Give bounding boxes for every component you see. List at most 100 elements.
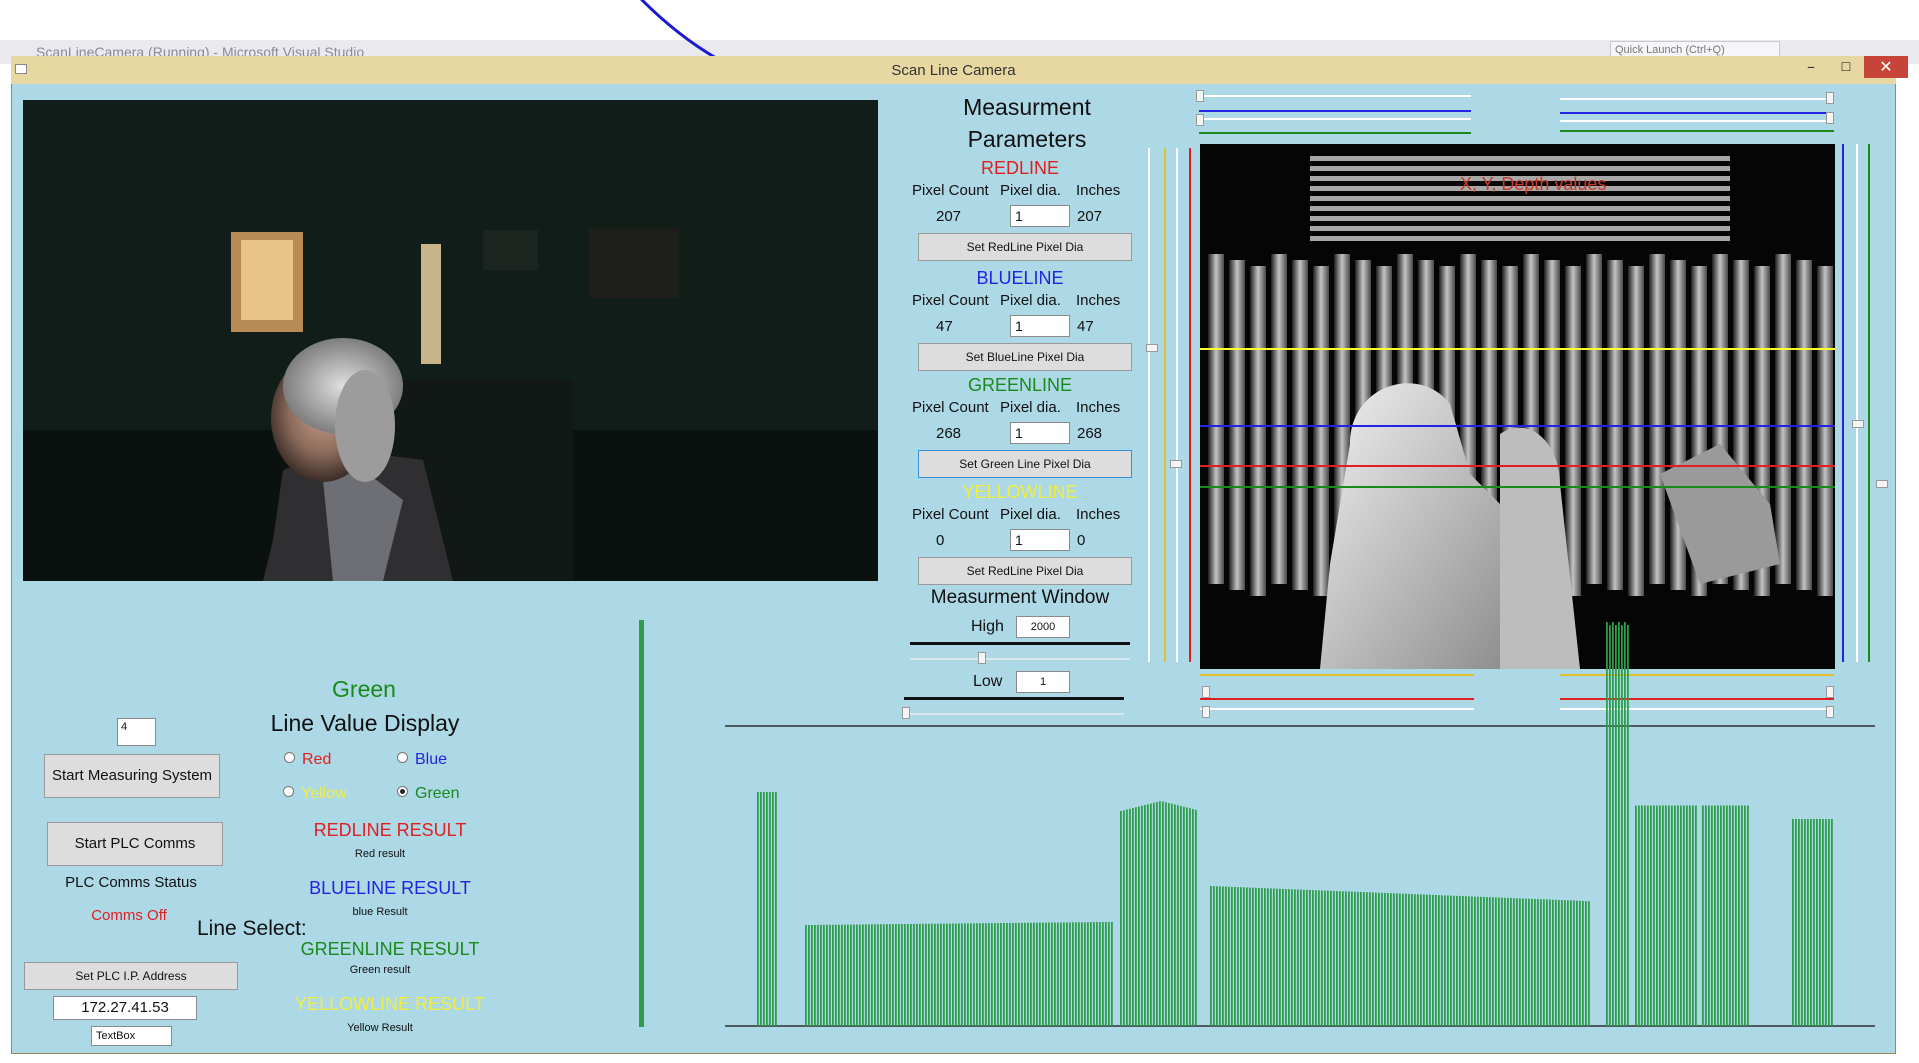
profile-bar bbox=[826, 924, 828, 1026]
profile-bar bbox=[1692, 805, 1694, 1026]
maximize-button[interactable]: ☐ bbox=[1829, 56, 1863, 78]
greenline-pixel-count-value: 268 bbox=[936, 425, 962, 442]
profile-bar bbox=[1096, 922, 1098, 1026]
left-slider-yellow[interactable] bbox=[1164, 148, 1166, 662]
profile-bar bbox=[1336, 891, 1338, 1026]
top-slider-white-d[interactable] bbox=[1560, 120, 1834, 122]
profile-bar bbox=[1162, 801, 1164, 1026]
blueline-pixel-dia-field[interactable]: 1 bbox=[1010, 315, 1070, 337]
profile-bar bbox=[1291, 889, 1293, 1026]
profile-bar bbox=[1747, 805, 1749, 1026]
set-redline-pixel-dia-button[interactable]: Set RedLine Pixel Dia bbox=[918, 233, 1132, 261]
top-slider-white-a[interactable] bbox=[1199, 95, 1471, 97]
profile-bar bbox=[1063, 922, 1065, 1026]
profile-bar bbox=[853, 924, 855, 1026]
vertical-slider-thumb[interactable] bbox=[1146, 344, 1158, 352]
profile-bar bbox=[1432, 894, 1434, 1026]
top-slider-blue-b[interactable] bbox=[1560, 112, 1834, 114]
left-slider-red[interactable] bbox=[1189, 148, 1191, 662]
yellowline-result-value: Yellow Result bbox=[347, 1022, 413, 1034]
top-slider-blue-a[interactable] bbox=[1199, 110, 1471, 112]
profile-bar bbox=[1387, 893, 1389, 1026]
minimize-button[interactable]: – bbox=[1794, 56, 1828, 78]
plc-ip-address-field[interactable]: 172.27.41.53 bbox=[53, 996, 197, 1020]
profile-bar bbox=[772, 792, 774, 1026]
set-blueline-pixel-dia-button[interactable]: Set BlueLine Pixel Dia bbox=[918, 343, 1132, 371]
profile-bar bbox=[1021, 922, 1023, 1026]
vertical-slider-thumb[interactable] bbox=[1170, 460, 1182, 468]
start-plc-comms-button[interactable]: Start PLC Comms bbox=[47, 822, 223, 866]
profile-bar bbox=[1324, 890, 1326, 1026]
profile-bar bbox=[976, 923, 978, 1026]
greenline-pixel-dia-field[interactable]: 1 bbox=[1010, 422, 1070, 444]
line-slider-thumb[interactable] bbox=[1196, 114, 1204, 126]
close-button[interactable]: ✕ bbox=[1864, 56, 1908, 78]
profile-bar bbox=[1723, 805, 1725, 1026]
top-slider-green-b[interactable] bbox=[1560, 130, 1834, 132]
profile-bar bbox=[1009, 922, 1011, 1026]
profile-bar bbox=[1282, 888, 1284, 1026]
profile-bar bbox=[1555, 899, 1557, 1026]
profile-bar bbox=[1330, 890, 1332, 1026]
profile-bar bbox=[841, 924, 843, 1026]
params-heading-line1: Measurment bbox=[963, 94, 1091, 120]
set-yellowline-pixel-dia-button[interactable]: Set RedLine Pixel Dia bbox=[918, 557, 1132, 585]
profile-bar bbox=[1585, 901, 1587, 1026]
radio-green-label: Green bbox=[415, 785, 460, 802]
depth-stripe bbox=[1649, 254, 1665, 584]
line-slider-thumb[interactable] bbox=[1826, 92, 1834, 104]
redline-pixel-dia-label: Pixel dia. bbox=[1000, 182, 1061, 199]
profile-bar bbox=[1417, 894, 1419, 1026]
profile-bar bbox=[1261, 888, 1263, 1026]
profile-bar bbox=[850, 924, 852, 1026]
profile-bar bbox=[889, 924, 891, 1026]
profile-bar bbox=[1072, 922, 1074, 1026]
right-slider-green[interactable] bbox=[1868, 144, 1870, 662]
profile-bar bbox=[898, 924, 900, 1026]
right-slider-white[interactable] bbox=[1856, 144, 1858, 662]
profile-bar bbox=[1000, 923, 1002, 1026]
line-slider-thumb[interactable] bbox=[1826, 112, 1834, 124]
profile-bar bbox=[1105, 922, 1107, 1026]
profile-bar bbox=[838, 924, 840, 1026]
profile-bar bbox=[940, 923, 942, 1026]
right-slider-blue[interactable] bbox=[1842, 144, 1844, 662]
profile-bar bbox=[1477, 896, 1479, 1026]
line-slider-thumb[interactable] bbox=[1196, 90, 1204, 102]
radio-blue[interactable] bbox=[397, 752, 408, 763]
profile-bar bbox=[1354, 891, 1356, 1026]
vertical-slider-thumb[interactable] bbox=[1852, 420, 1864, 428]
left-slider-white-a[interactable] bbox=[1148, 148, 1150, 662]
left-slider-white-b[interactable] bbox=[1176, 148, 1178, 662]
profile-bar bbox=[1054, 922, 1056, 1026]
redline-pixel-dia-field[interactable]: 1 bbox=[1010, 205, 1070, 227]
top-slider-white-c[interactable] bbox=[1560, 98, 1834, 100]
top-slider-green-a[interactable] bbox=[1199, 132, 1471, 134]
yellowline-pixel-dia-field[interactable]: 1 bbox=[1010, 529, 1070, 551]
vertical-slider-thumb[interactable] bbox=[1876, 480, 1888, 488]
profile-bar bbox=[1135, 807, 1137, 1026]
set-plc-ip-button[interactable]: Set PLC I.P. Address bbox=[24, 962, 238, 990]
profile-bar bbox=[1057, 922, 1059, 1026]
radio-red[interactable] bbox=[284, 752, 295, 763]
start-measuring-button[interactable]: Start Measuring System bbox=[44, 754, 220, 798]
small-number-box[interactable]: 4 bbox=[117, 718, 156, 746]
profile-bar bbox=[1243, 887, 1245, 1026]
profile-bar bbox=[1677, 805, 1679, 1026]
profile-bar bbox=[1674, 805, 1676, 1026]
textbox-field[interactable]: TextBox bbox=[91, 1026, 172, 1046]
top-slider-white-b[interactable] bbox=[1199, 118, 1471, 120]
radio-red-label: Red bbox=[302, 751, 332, 768]
radio-green[interactable] bbox=[397, 786, 408, 797]
profile-bar bbox=[1459, 895, 1461, 1026]
profile-bar bbox=[1570, 900, 1572, 1026]
profile-bar bbox=[1489, 897, 1491, 1026]
profile-bar bbox=[1680, 805, 1682, 1026]
profile-bar bbox=[1396, 893, 1398, 1026]
radio-yellow[interactable] bbox=[283, 786, 294, 797]
set-greenline-pixel-dia-button[interactable]: Set Green Line Pixel Dia bbox=[918, 450, 1132, 478]
profile-bar bbox=[1036, 922, 1038, 1026]
profile-bar bbox=[913, 923, 915, 1026]
profile-bar bbox=[1606, 622, 1608, 1026]
profile-bar bbox=[988, 923, 990, 1026]
